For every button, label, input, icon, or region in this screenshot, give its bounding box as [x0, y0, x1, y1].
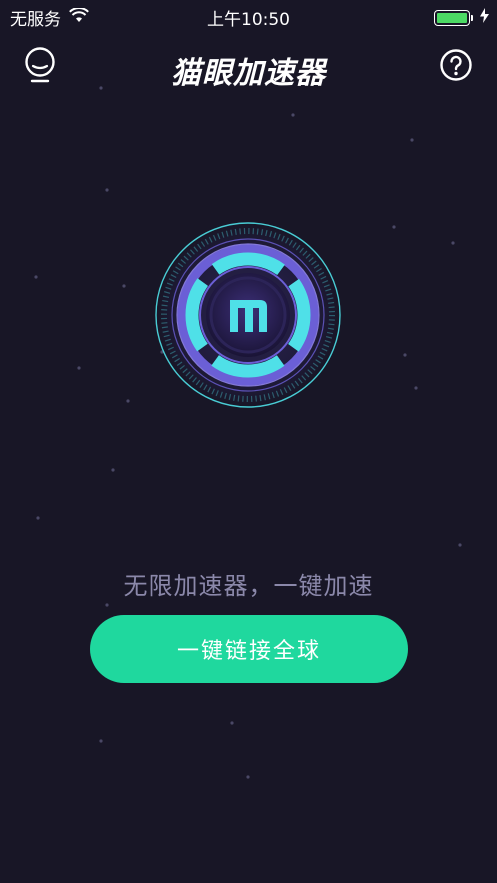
- status-bar: 无服务 上午10:50: [0, 0, 497, 32]
- slogan-text: 无限加速器，一键加速: [123, 572, 374, 600]
- status-time: 上午10:50: [207, 10, 290, 30]
- battery-level: [437, 13, 467, 23]
- page-title: 猫眼加速器: [171, 56, 326, 91]
- status-right: [434, 8, 489, 28]
- nav-bar: 猫眼加速器: [0, 40, 497, 91]
- charging-icon: [480, 8, 489, 28]
- battery-icon: [434, 10, 473, 26]
- app-logo-m-icon[interactable]: [153, 220, 343, 410]
- background-stars: [34, 86, 462, 779]
- connect-global-button[interactable]: 一键链接全球: [90, 615, 408, 683]
- help-icon[interactable]: [439, 48, 475, 86]
